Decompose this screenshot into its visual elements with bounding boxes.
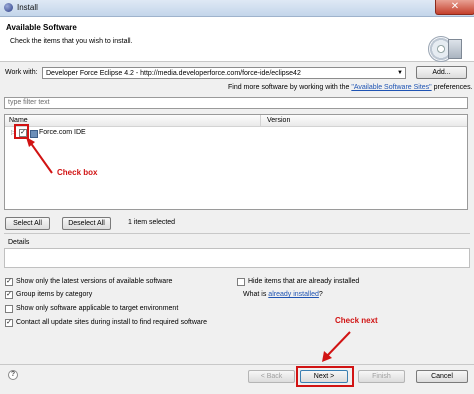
latest-versions-checkbox[interactable]: ✓: [5, 278, 13, 286]
software-box-icon: [448, 39, 462, 59]
footer-divider: [0, 364, 474, 365]
add-site-button[interactable]: Add...: [416, 66, 467, 79]
group-by-category-checkbox[interactable]: ✓: [5, 291, 13, 299]
help-icon[interactable]: ?: [8, 370, 18, 380]
selection-status: 1 item selected: [128, 219, 176, 226]
work-with-value: Developer Force Eclipse 4.2 - http://med…: [46, 70, 301, 77]
eclipse-icon: [4, 3, 13, 12]
wizard-header: Available Software Check the items that …: [0, 17, 474, 62]
finish-button[interactable]: Finish: [358, 370, 405, 383]
page-title: Available Software: [6, 23, 77, 32]
details-panel: [4, 248, 470, 268]
tree-item-name: Force.com IDE: [39, 129, 86, 136]
next-button-highlight: [296, 366, 354, 387]
cancel-button[interactable]: Cancel: [416, 370, 468, 383]
window-title: Install: [17, 3, 38, 12]
software-tree[interactable]: Name Version ▷ ✓ Force.com IDE: [4, 114, 468, 210]
target-environment-checkbox[interactable]: [5, 305, 13, 313]
tree-header: Name Version: [5, 115, 467, 127]
tree-row[interactable]: ▷ ✓ Force.com IDE: [5, 128, 467, 139]
work-with-label: Work with:: [5, 69, 38, 76]
contact-sites-checkbox[interactable]: ✓: [5, 319, 13, 327]
annotation-check-next: Check next: [335, 316, 378, 325]
annotation-arrow-next: [322, 331, 351, 362]
column-divider[interactable]: [260, 115, 261, 126]
select-all-button[interactable]: Select All: [5, 217, 50, 230]
details-label: Details: [8, 239, 30, 246]
annotation-arrow-checkbox: [26, 137, 53, 174]
already-installed-link[interactable]: already installed: [268, 291, 319, 298]
window-titlebar: Install ✕: [0, 0, 474, 17]
divider: [4, 233, 470, 234]
chevron-down-icon[interactable]: ▼: [395, 68, 405, 78]
work-with-combo[interactable]: Developer Force Eclipse 4.2 - http://med…: [42, 67, 406, 79]
hide-installed-checkbox[interactable]: [237, 278, 245, 286]
back-button[interactable]: < Back: [248, 370, 295, 383]
column-name[interactable]: Name: [9, 117, 28, 124]
available-software-sites-link[interactable]: "Available Software Sites": [351, 84, 431, 91]
deselect-all-button[interactable]: Deselect All: [62, 217, 111, 230]
already-installed-text: What is already installed?: [243, 291, 323, 298]
annotation-check-box: Check box: [57, 168, 98, 177]
filter-input[interactable]: type filter text: [4, 97, 468, 109]
more-software-text: Find more software by working with the "…: [228, 84, 473, 91]
column-version[interactable]: Version: [267, 117, 290, 124]
page-description: Check the items that you wish to install…: [10, 38, 133, 45]
close-button[interactable]: ✕: [435, 0, 474, 15]
